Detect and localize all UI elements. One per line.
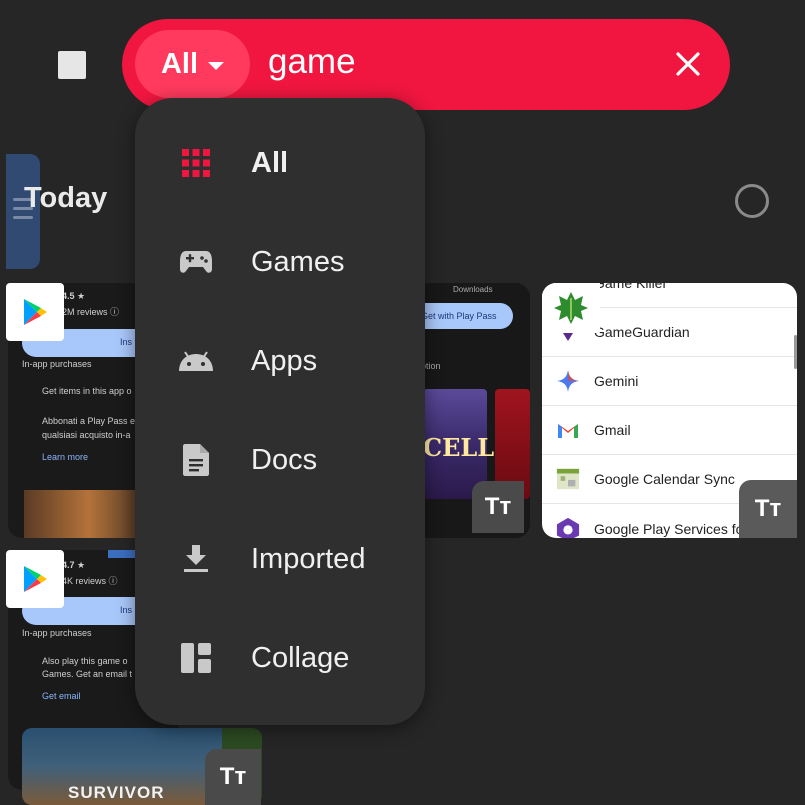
section-title: Today [24,182,108,214]
android-icon [177,342,215,380]
app-name: Gemini [594,373,639,389]
play-store-icon [6,550,64,608]
menu-item-all[interactable]: All [135,123,425,203]
menu-item-label: Imported [251,542,366,575]
caret-down-icon [208,62,225,70]
screen: All game Today 4.5 ★ 2M reviews ⓘ Ins In… [0,0,805,805]
filter-dropdown-menu: All Games Apps Docs Imported Collage [135,98,425,725]
app-name: GameGuardian [594,324,690,340]
text-recognition-icon[interactable]: Tт [472,481,524,533]
collage-icon [177,639,215,677]
gmail-icon [556,418,580,442]
info-line: Games. Get an email t [42,669,133,679]
filter-dropdown-button[interactable]: All [135,30,250,98]
app-source-icon [542,283,600,333]
grid-icon [177,144,215,182]
menu-item-docs[interactable]: Docs [135,420,425,500]
app-list-item: Gmail [542,406,797,455]
reviews-text: 2M reviews ⓘ [62,307,120,317]
play-pass-label: Get with Play Pass [421,311,497,321]
app-list-item: Gemini [542,357,797,406]
play-store-icon [6,283,64,341]
menu-item-label: Docs [251,443,318,476]
info-line: qualsiasi acquisto in-a [42,430,131,440]
get-email-link: Get email [42,691,81,701]
install-label: Ins [120,605,133,615]
filter-label: All [160,47,199,80]
close-icon[interactable] [672,48,704,80]
info-line: Get items in this app o [42,386,132,396]
learn-more-link: Learn more [42,452,89,462]
menu-item-label: All [251,146,289,179]
menu-item-label: Collage [251,641,350,674]
app-name: Gmail [594,422,631,438]
select-checkbox[interactable] [58,51,86,79]
rating-text: 4.5 ★ [62,291,86,301]
menu-item-apps[interactable]: Apps [135,321,425,401]
in-app-text: In-app purchases [22,359,92,369]
rating-text: 4.7 ★ [62,560,86,570]
menu-item-imported[interactable]: Imported [135,519,425,599]
scrollbar [794,335,797,369]
calendar-sync-icon [556,467,580,491]
downloads-text: Downloads [453,285,493,294]
text-recognition-icon[interactable]: Tт [739,480,797,538]
app-name: Game Killer [594,283,668,291]
install-label: Ins [120,337,133,347]
ar-services-icon [556,517,580,538]
menu-item-collage[interactable]: Collage [135,618,425,698]
search-input[interactable]: game [268,42,356,82]
gemini-icon [556,369,580,393]
select-all-circle[interactable] [735,184,769,218]
menu-item-label: Games [251,245,345,278]
text-recognition-icon[interactable]: Tт [205,749,261,805]
document-icon [177,441,215,479]
download-icon [177,540,215,578]
app-name: Google Calendar Sync [594,471,735,487]
info-line: Abbonati a Play Pass e [42,416,136,426]
info-line: Also play this game o [42,656,128,666]
reviews-text: 4K reviews ⓘ [62,576,118,586]
gamepad-icon [177,243,215,281]
menu-item-games[interactable]: Games [135,222,425,302]
menu-item-label: Apps [251,344,318,377]
game-title: SURVIVOR [68,783,165,802]
in-app-text: In-app purchases [22,628,92,638]
